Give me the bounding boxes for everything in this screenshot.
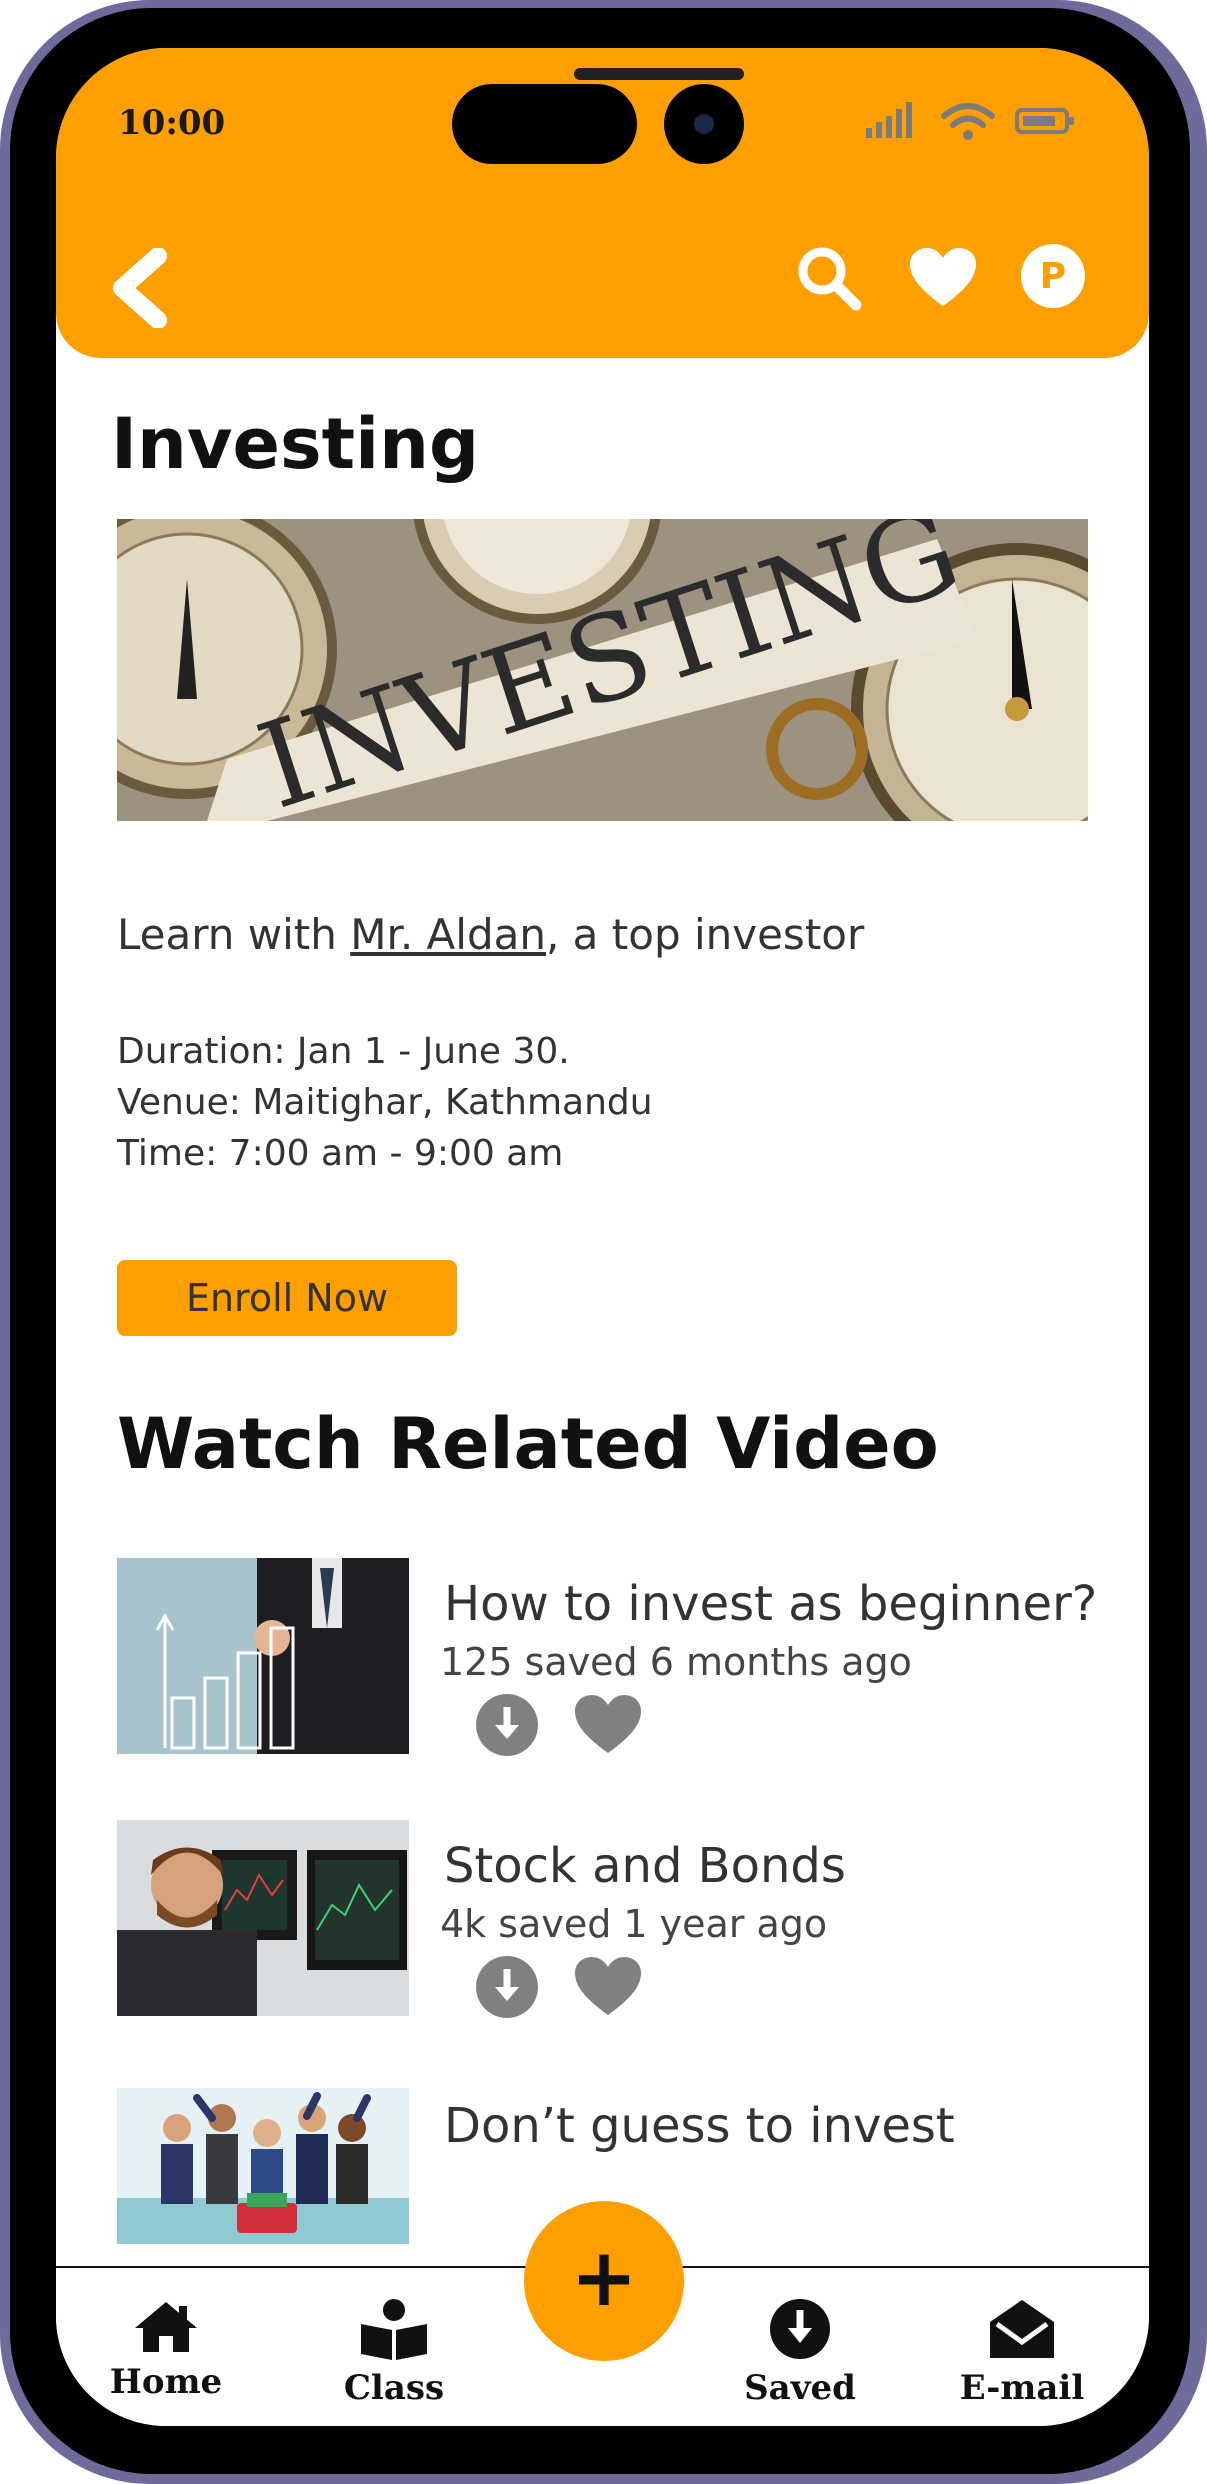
instructor-link[interactable]: Mr. Aldan — [350, 910, 546, 959]
back-chevron-icon[interactable] — [106, 248, 176, 328]
profile-letter: P — [1039, 255, 1067, 297]
side-button — [0, 640, 10, 830]
download-icon[interactable] — [475, 1955, 539, 2019]
intro-suffix: , a top investor — [545, 910, 865, 959]
video-title[interactable]: How to invest as beginner? — [444, 1576, 1097, 1632]
battery-icon — [1015, 108, 1074, 134]
course-details: Duration: Jan 1 - June 30. Venue: Maitig… — [117, 1026, 653, 1179]
nav-saved-label: Saved — [744, 2368, 856, 2408]
duration-text: Duration: Jan 1 - June 30. — [117, 1031, 570, 1072]
video-item[interactable]: Stock and Bonds 4k saved 1 year ago — [117, 1820, 1117, 2020]
intro-prefix: Learn with — [117, 910, 351, 959]
search-icon[interactable] — [794, 243, 866, 315]
nav-email[interactable]: E-mail — [952, 2298, 1092, 2408]
app-header: 10:00 P — [56, 48, 1149, 358]
class-reader-icon — [361, 2299, 427, 2360]
status-time: 10:00 — [118, 103, 226, 143]
enroll-now-button[interactable]: Enroll Now — [117, 1260, 457, 1336]
video-thumbnail[interactable] — [117, 2088, 409, 2244]
video-meta: 125 saved 6 months ago — [440, 1640, 912, 1684]
video-meta: 4k saved 1 year ago — [440, 1902, 828, 1946]
venue-text: Venue: Maitighar, Kathmandu — [117, 1082, 653, 1123]
plus-icon: + — [570, 2231, 638, 2324]
envelope-open-icon — [990, 2300, 1054, 2358]
signal-icon — [866, 102, 912, 138]
download-icon[interactable] — [475, 1693, 539, 1757]
nav-saved[interactable]: Saved — [730, 2298, 870, 2408]
side-button — [1190, 735, 1200, 1015]
video-thumbnail[interactable] — [117, 1820, 409, 2016]
dynamic-island — [452, 84, 637, 164]
like-heart-icon[interactable] — [573, 1955, 643, 2017]
page-title: Investing — [111, 403, 480, 485]
nav-class[interactable]: Class — [324, 2298, 464, 2408]
screen: 10:00 P Investing INVESTING Learn with M… — [56, 48, 1149, 2426]
wifi-icon — [941, 103, 995, 140]
side-button — [0, 875, 10, 1065]
home-icon — [135, 2302, 197, 2352]
nav-email-label: E-mail — [959, 2368, 1085, 2408]
hero-illustration: INVESTING — [117, 519, 1088, 821]
video-item[interactable]: How to invest as beginner? 125 saved 6 m… — [117, 1558, 1117, 1758]
front-camera — [664, 84, 744, 164]
heart-icon[interactable] — [908, 246, 978, 310]
time-text: Time: 7:00 am - 9:00 am — [117, 1133, 564, 1174]
related-videos-title: Watch Related Video — [117, 1403, 939, 1485]
speaker-grille — [574, 68, 744, 80]
like-heart-icon[interactable] — [573, 1693, 643, 1755]
video-title[interactable]: Don’t guess to invest — [444, 2098, 955, 2154]
profile-p-icon[interactable]: P — [1021, 244, 1085, 308]
nav-home[interactable]: Home — [96, 2298, 236, 2402]
nav-home-label: Home — [109, 2362, 223, 2402]
add-fab-button[interactable]: + — [524, 2201, 684, 2361]
hero-image: INVESTING — [117, 519, 1088, 821]
video-thumbnail[interactable] — [117, 1558, 409, 1754]
saved-download-icon — [770, 2299, 830, 2359]
nav-class-label: Class — [343, 2368, 445, 2408]
intro-text: Learn with Mr. Aldan, a top investor — [117, 910, 864, 959]
video-title[interactable]: Stock and Bonds — [444, 1838, 846, 1894]
side-button — [0, 465, 10, 565]
